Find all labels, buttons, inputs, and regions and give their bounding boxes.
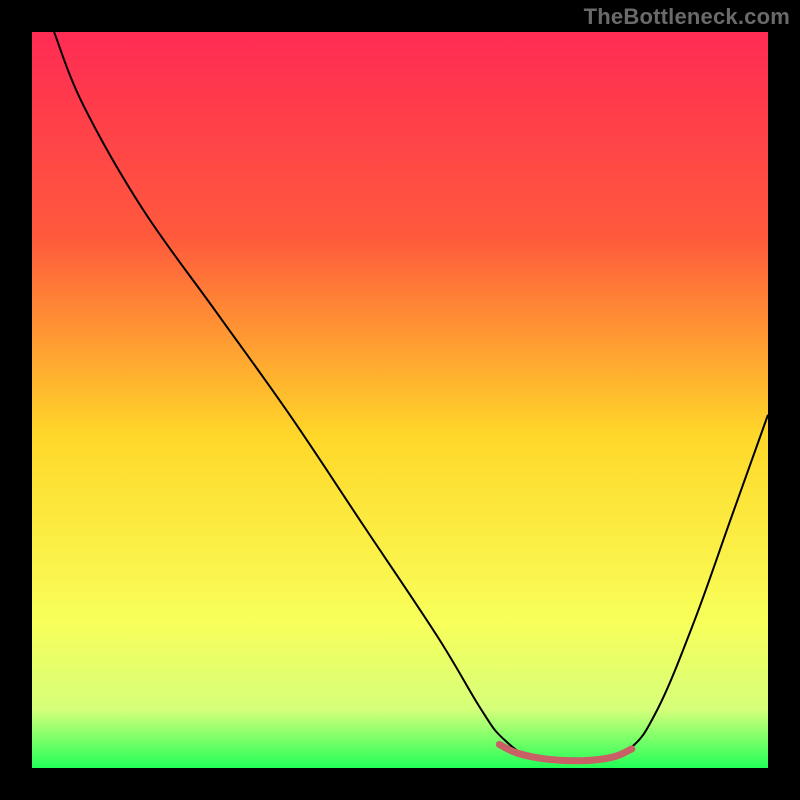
- gradient-background: [32, 32, 768, 768]
- chart-frame: TheBottleneck.com: [0, 0, 800, 800]
- plot-area: [32, 32, 768, 768]
- watermark-text: TheBottleneck.com: [584, 4, 790, 30]
- chart-svg: [32, 32, 768, 768]
